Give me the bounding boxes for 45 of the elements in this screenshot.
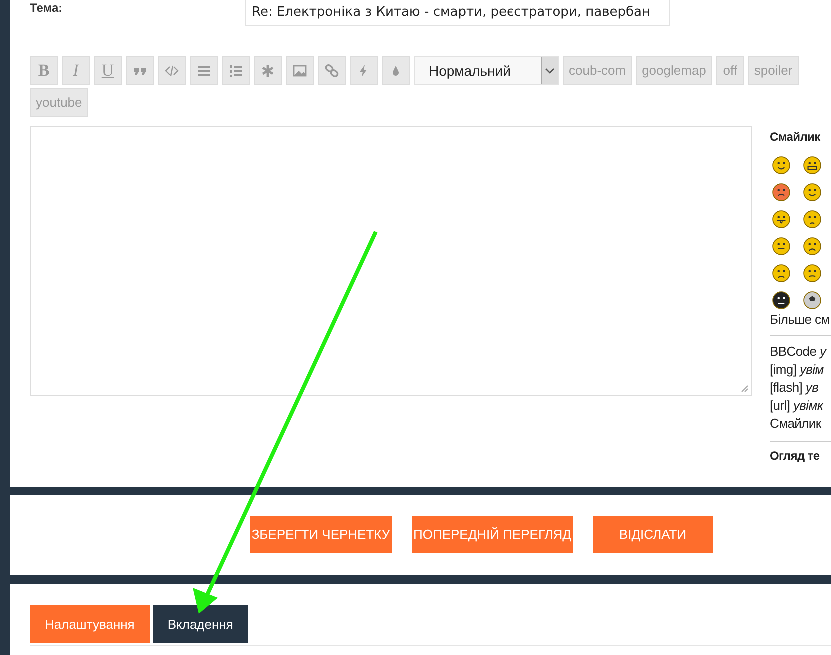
bbcode-status-text: [flash] ув <box>770 379 820 397</box>
bbcode-status-text: [img] увім <box>770 361 825 379</box>
smiley-icon[interactable] <box>772 210 791 229</box>
chevron-down-icon <box>545 68 555 74</box>
smiley-icon[interactable] <box>772 264 791 283</box>
format-button[interactable]: B <box>30 56 58 85</box>
image-icon <box>293 64 307 78</box>
smilies-heading: Смайлик <box>770 130 822 144</box>
tag-button[interactable]: googlemap <box>636 56 712 85</box>
smiley-icon[interactable] <box>803 156 822 175</box>
asterisk-icon <box>261 64 275 78</box>
tag-button[interactable]: spoiler <box>748 56 799 85</box>
subject-label: Тема: <box>30 1 64 15</box>
tab[interactable]: Налаштування <box>30 605 150 643</box>
code-icon <box>165 64 179 78</box>
format-button[interactable]: U <box>94 56 122 85</box>
resize-grip-icon <box>741 385 749 393</box>
topic-review-heading: Огляд те <box>770 449 821 463</box>
smiley-icon[interactable] <box>772 291 791 310</box>
list-icon <box>197 64 211 78</box>
tag-button[interactable]: youtube <box>30 88 88 117</box>
smiley-icon[interactable] <box>803 210 822 229</box>
smiley-icon[interactable] <box>772 183 791 202</box>
bbcode-status-text: BBCode у <box>770 343 828 361</box>
more-smilies-link[interactable]: Більше см <box>770 312 831 327</box>
action-button[interactable]: ПОПЕРЕДНІЙ ПЕРЕГЛЯД <box>412 516 573 553</box>
smiley-icon[interactable] <box>803 264 822 283</box>
message-field[interactable] <box>30 126 752 396</box>
bbcode-status-text: [url] увімк <box>770 397 825 415</box>
olist-icon <box>229 64 243 78</box>
subject-field[interactable]: Re: Електроніка з Китаю - смарти, реєстратори, павербан <box>245 0 670 26</box>
link-icon <box>325 64 339 78</box>
font-size-select[interactable]: Нормальний <box>414 56 559 85</box>
tab[interactable]: Вкладення <box>152 605 248 643</box>
smiley-icon[interactable] <box>803 237 822 256</box>
action-button[interactable]: ВІДІСЛАТИ <box>593 516 713 553</box>
smiley-icon[interactable] <box>772 237 791 256</box>
smiley-icon[interactable] <box>772 156 791 175</box>
ball-icon[interactable] <box>803 291 822 310</box>
bbcode-status-text: Смайлик <box>770 415 822 433</box>
tag-button[interactable]: coub-com <box>563 56 632 85</box>
format-button[interactable]: I <box>62 56 90 85</box>
smiley-icon[interactable] <box>803 183 822 202</box>
tag-button[interactable]: off <box>716 56 744 85</box>
action-button[interactable]: ЗБЕРЕГТИ ЧЕРНЕТКУ <box>250 516 392 553</box>
